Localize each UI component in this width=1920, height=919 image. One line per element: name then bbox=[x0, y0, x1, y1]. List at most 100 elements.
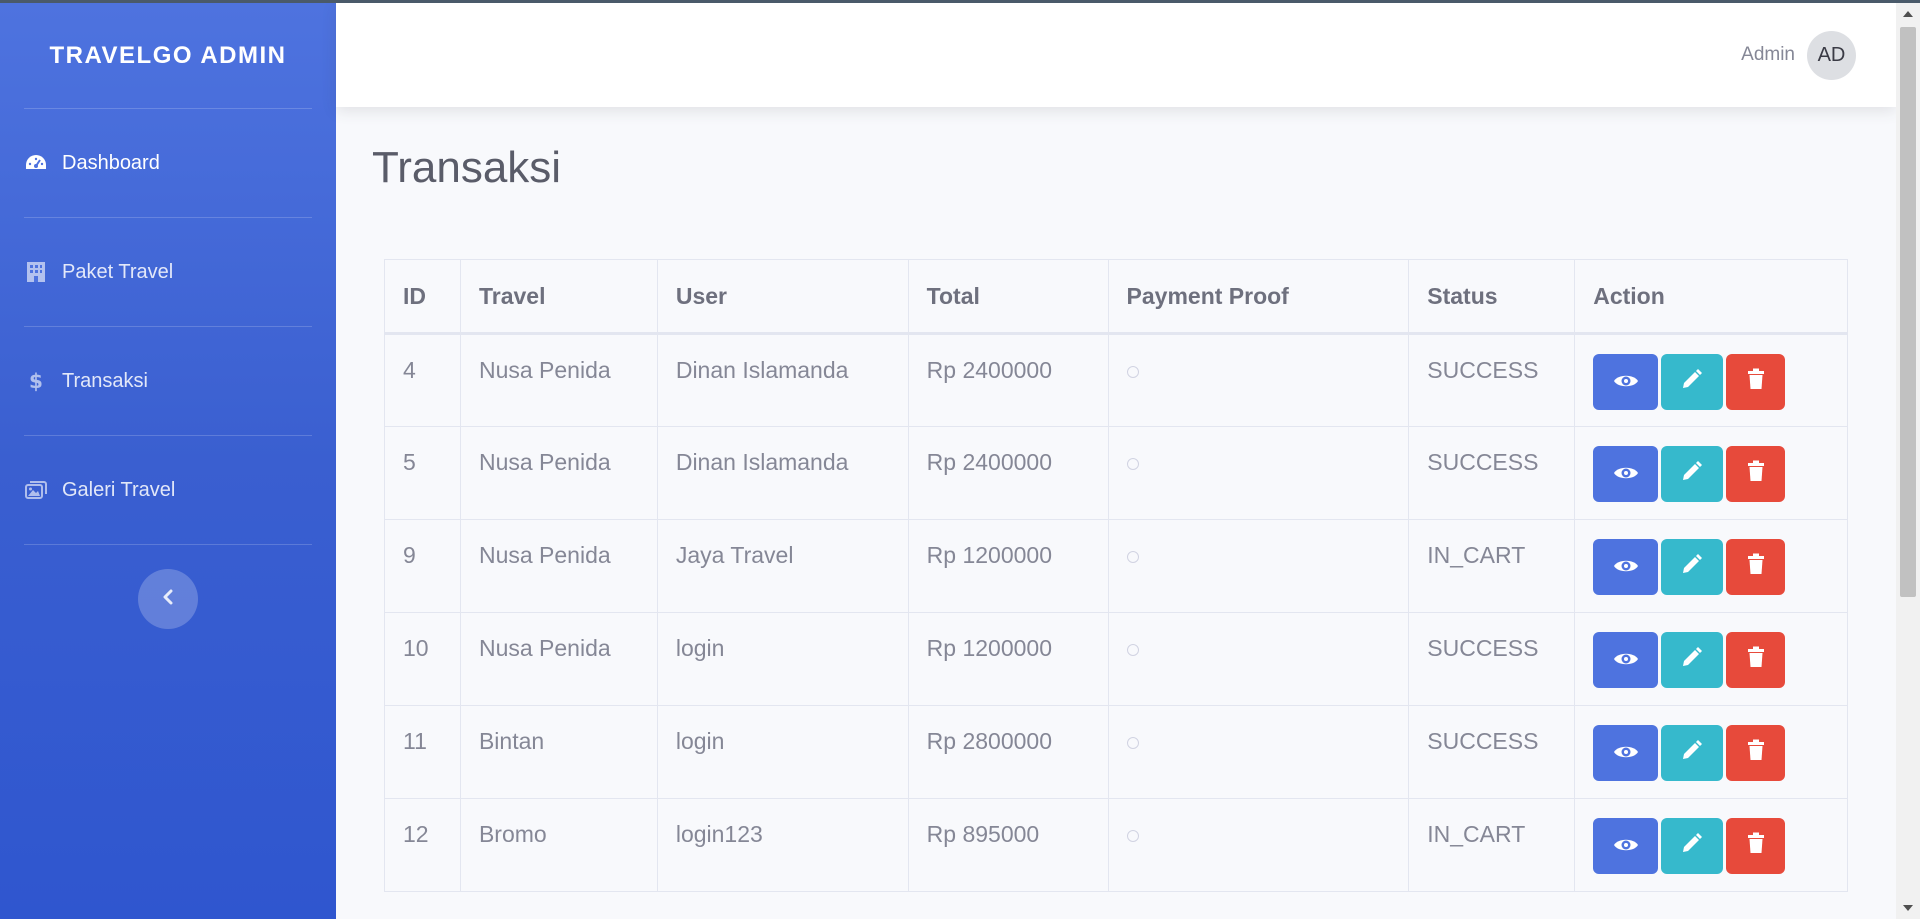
payment-proof-image[interactable] bbox=[1126, 830, 1139, 842]
view-button[interactable] bbox=[1593, 725, 1659, 781]
edit-button[interactable] bbox=[1661, 725, 1724, 781]
vertical-scrollbar[interactable] bbox=[1896, 3, 1920, 919]
cell-user: login bbox=[656, 612, 909, 706]
edit-button[interactable] bbox=[1661, 446, 1724, 502]
svg-text:$: $ bbox=[29, 370, 43, 392]
delete-button[interactable] bbox=[1726, 539, 1786, 595]
cell-status: SUCCESS bbox=[1408, 426, 1576, 520]
delete-button[interactable] bbox=[1726, 632, 1786, 688]
view-button[interactable] bbox=[1593, 818, 1659, 874]
view-button[interactable] bbox=[1593, 632, 1659, 688]
user-name[interactable]: Admin bbox=[1741, 44, 1795, 66]
column-header-status: Status bbox=[1408, 259, 1576, 335]
cell-action bbox=[1574, 333, 1848, 427]
pencil-icon bbox=[1681, 832, 1703, 860]
cell-id: 10 bbox=[384, 612, 461, 706]
cell-travel: Nusa Penida bbox=[459, 519, 658, 613]
tachometer-icon bbox=[25, 152, 47, 174]
sidebar-item-paket-travel[interactable]: Paket Travel bbox=[0, 218, 336, 326]
cell-user: Dinan Islamanda bbox=[656, 333, 909, 427]
table-row: 10 Nusa Penida login Rp 1200000 SUCCESS bbox=[384, 612, 1848, 706]
eye-icon bbox=[1613, 461, 1639, 488]
sidebar-item-label: Paket Travel bbox=[62, 260, 174, 283]
sidebar-toggle-button[interactable] bbox=[138, 569, 198, 629]
cell-action bbox=[1574, 705, 1848, 799]
trash-icon bbox=[1747, 460, 1765, 488]
edit-button[interactable] bbox=[1661, 539, 1724, 595]
delete-button[interactable] bbox=[1726, 446, 1786, 502]
sidebar: TRAVELGO ADMIN Dashboard Paket Travel $ … bbox=[0, 3, 336, 919]
building-icon bbox=[25, 261, 47, 283]
cell-action bbox=[1574, 426, 1848, 520]
cell-user: login bbox=[656, 705, 909, 799]
cell-user: login123 bbox=[656, 798, 909, 892]
main-content: Transaksi ID Travel User Total Payment P… bbox=[336, 107, 1896, 919]
table-body: 4 Nusa Penida Dinan Islamanda Rp 2400000 SUC… bbox=[384, 333, 1848, 892]
cell-payment-proof bbox=[1107, 798, 1410, 892]
images-icon bbox=[25, 479, 47, 501]
avatar[interactable]: AD bbox=[1807, 30, 1856, 80]
cell-status: IN_CART bbox=[1408, 798, 1576, 892]
cell-payment-proof bbox=[1107, 333, 1410, 427]
sidebar-item-dashboard[interactable]: Dashboard bbox=[0, 109, 336, 217]
table-row: 5 Nusa Penida Dinan Islamanda Rp 2400000 SUC… bbox=[384, 426, 1848, 520]
scrollbar-thumb[interactable] bbox=[1900, 27, 1916, 597]
cell-payment-proof bbox=[1107, 705, 1410, 799]
cell-id: 5 bbox=[384, 426, 461, 520]
page-title: Transaksi bbox=[372, 143, 562, 192]
pencil-icon bbox=[1681, 553, 1703, 581]
trash-icon bbox=[1747, 368, 1765, 396]
transactions-table-wrapper: ID Travel User Total Payment Proof Statu… bbox=[384, 259, 1848, 892]
payment-proof-image[interactable] bbox=[1126, 366, 1139, 378]
sidebar-toggle-wrapper bbox=[0, 545, 336, 629]
pencil-icon bbox=[1681, 368, 1703, 396]
dollar-icon: $ bbox=[25, 370, 47, 392]
cell-payment-proof bbox=[1107, 426, 1410, 520]
column-header-id: ID bbox=[384, 259, 461, 335]
payment-proof-image[interactable] bbox=[1126, 737, 1139, 749]
cell-payment-proof bbox=[1107, 612, 1410, 706]
table-row: 11 Bintan login Rp 2800000 SUCCESS bbox=[384, 705, 1848, 799]
view-button[interactable] bbox=[1593, 446, 1659, 502]
cell-payment-proof bbox=[1107, 519, 1410, 613]
edit-button[interactable] bbox=[1661, 818, 1724, 874]
view-button[interactable] bbox=[1593, 539, 1659, 595]
cell-action bbox=[1574, 612, 1848, 706]
sidebar-item-label: Galeri Travel bbox=[62, 478, 176, 501]
table-row: 12 Bromo login123 Rp 895000 IN_CART bbox=[384, 798, 1848, 892]
delete-button[interactable] bbox=[1726, 354, 1786, 410]
brand-title[interactable]: TRAVELGO ADMIN bbox=[0, 3, 336, 108]
payment-proof-image[interactable] bbox=[1126, 551, 1139, 563]
trash-icon bbox=[1747, 646, 1765, 674]
sidebar-item-transaksi[interactable]: $ Transaksi bbox=[0, 327, 336, 435]
cell-total: Rp 2800000 bbox=[907, 705, 1109, 799]
column-header-total: Total bbox=[907, 259, 1109, 335]
table-row: 4 Nusa Penida Dinan Islamanda Rp 2400000 SUC… bbox=[384, 333, 1848, 427]
cell-total: Rp 895000 bbox=[907, 798, 1109, 892]
cell-total: Rp 1200000 bbox=[907, 519, 1109, 613]
cell-id: 4 bbox=[384, 333, 461, 427]
sidebar-item-label: Dashboard bbox=[62, 151, 160, 174]
scroll-down-arrow-icon[interactable] bbox=[1896, 897, 1920, 919]
view-button[interactable] bbox=[1593, 354, 1659, 410]
payment-proof-image[interactable] bbox=[1126, 458, 1139, 470]
delete-button[interactable] bbox=[1726, 725, 1786, 781]
edit-button[interactable] bbox=[1661, 354, 1724, 410]
column-header-travel: Travel bbox=[459, 259, 658, 335]
eye-icon bbox=[1613, 369, 1639, 396]
scroll-up-arrow-icon[interactable] bbox=[1896, 3, 1920, 25]
table-row: 9 Nusa Penida Jaya Travel Rp 1200000 IN_CART bbox=[384, 519, 1848, 613]
trash-icon bbox=[1747, 832, 1765, 860]
sidebar-item-galeri-travel[interactable]: Galeri Travel bbox=[0, 436, 336, 544]
topbar: Admin AD bbox=[336, 3, 1896, 107]
edit-button[interactable] bbox=[1661, 632, 1724, 688]
trash-icon bbox=[1747, 739, 1765, 767]
cell-user: Jaya Travel bbox=[656, 519, 909, 613]
delete-button[interactable] bbox=[1726, 818, 1786, 874]
cell-user: Dinan Islamanda bbox=[656, 426, 909, 520]
trash-icon bbox=[1747, 553, 1765, 581]
payment-proof-image[interactable] bbox=[1126, 644, 1139, 656]
chevron-left-icon bbox=[162, 589, 174, 610]
pencil-icon bbox=[1681, 646, 1703, 674]
cell-id: 12 bbox=[384, 798, 461, 892]
